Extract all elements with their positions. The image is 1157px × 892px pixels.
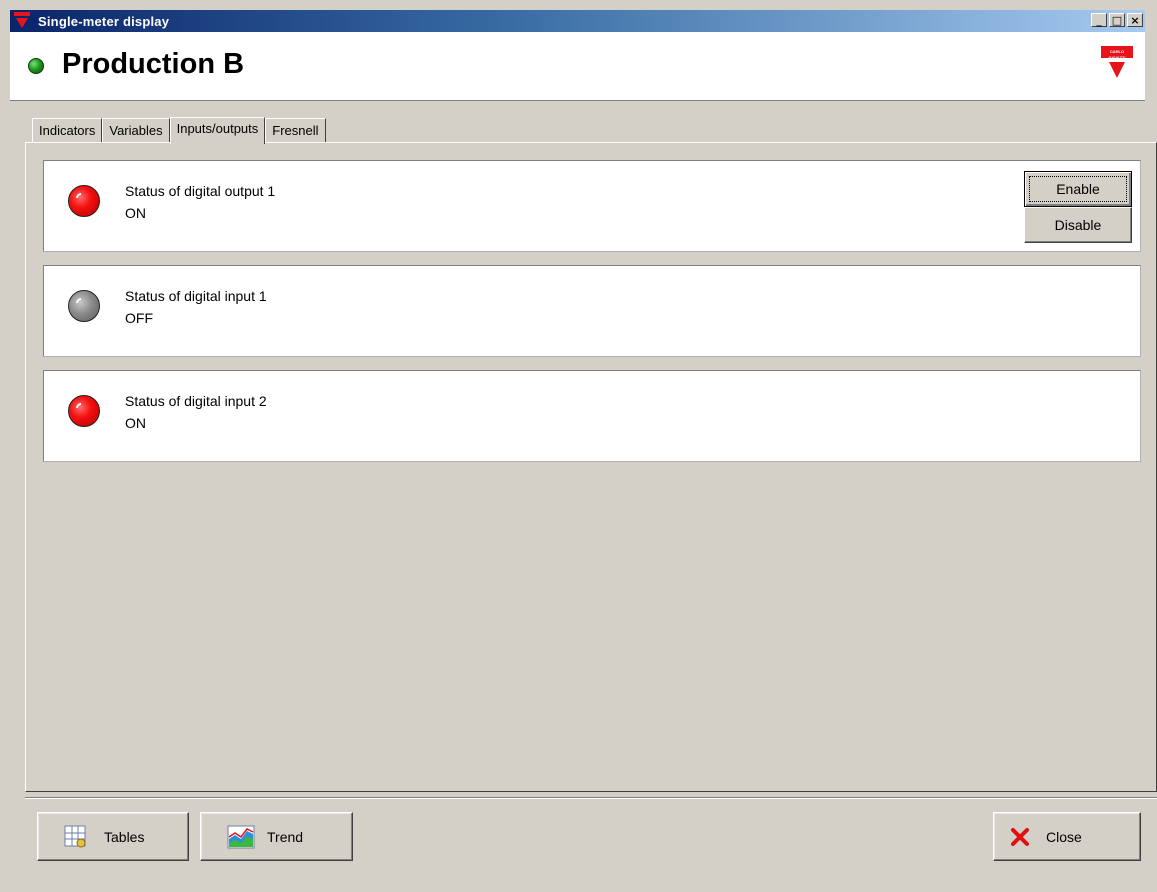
enable-button[interactable]: Enable xyxy=(1024,171,1132,207)
tab-fresnell[interactable]: Fresnell xyxy=(265,118,326,143)
tab-variables[interactable]: Variables xyxy=(102,118,170,143)
led-on-icon xyxy=(68,395,100,427)
tables-button[interactable]: Tables xyxy=(37,812,189,861)
disable-button-label: Disable xyxy=(1054,217,1102,233)
close-button-label: Close xyxy=(1046,828,1082,845)
brand-logo-text: CARLO GAVAZZI xyxy=(1108,49,1126,60)
minimize-button[interactable]: _ xyxy=(1091,13,1107,27)
connection-status-icon xyxy=(28,58,44,74)
brand-logo: CARLO GAVAZZI xyxy=(1101,46,1133,86)
status-box-digital-input-1: Status of digital input 1 OFF xyxy=(43,265,1141,357)
trend-chart-icon xyxy=(227,825,255,849)
tables-button-label: Tables xyxy=(104,828,145,845)
led-on-icon xyxy=(68,185,100,217)
close-button[interactable]: Close xyxy=(993,812,1141,861)
footer-divider xyxy=(25,797,1157,799)
table-grid-icon xyxy=(64,825,88,849)
title-bar[interactable]: Single-meter display _ □ × xyxy=(10,10,1145,32)
page-title: Production B xyxy=(62,48,245,80)
status-box-digital-output-1: Status of digital output 1 ON Enable Dis… xyxy=(43,160,1141,252)
tab-strip: Indicators Variables Inputs/outputs Fres… xyxy=(32,117,326,144)
trend-button[interactable]: Trend xyxy=(200,812,353,861)
close-x-icon xyxy=(1008,825,1032,849)
tab-inputs-outputs[interactable]: Inputs/outputs xyxy=(169,117,266,144)
tab-indicators[interactable]: Indicators xyxy=(32,118,103,143)
trend-button-label: Trend xyxy=(267,828,304,845)
status-value: ON xyxy=(125,205,146,221)
status-value: OFF xyxy=(125,310,153,326)
single-meter-window: Single-meter display _ □ × Production B … xyxy=(0,0,1157,892)
close-window-button[interactable]: × xyxy=(1127,13,1143,27)
led-off-icon xyxy=(68,290,100,322)
maximize-button[interactable]: □ xyxy=(1109,13,1125,27)
status-box-digital-input-2: Status of digital input 2 ON xyxy=(43,370,1141,462)
window-title: Single-meter display xyxy=(38,13,170,29)
disable-button[interactable]: Disable xyxy=(1024,207,1132,243)
app-logo-icon xyxy=(14,12,32,30)
status-label: Status of digital output 1 xyxy=(125,183,276,199)
header: Production B CARLO GAVAZZI xyxy=(10,32,1145,101)
status-value: ON xyxy=(125,415,146,431)
status-label: Status of digital input 2 xyxy=(125,393,267,409)
status-label: Status of digital input 1 xyxy=(125,288,267,304)
